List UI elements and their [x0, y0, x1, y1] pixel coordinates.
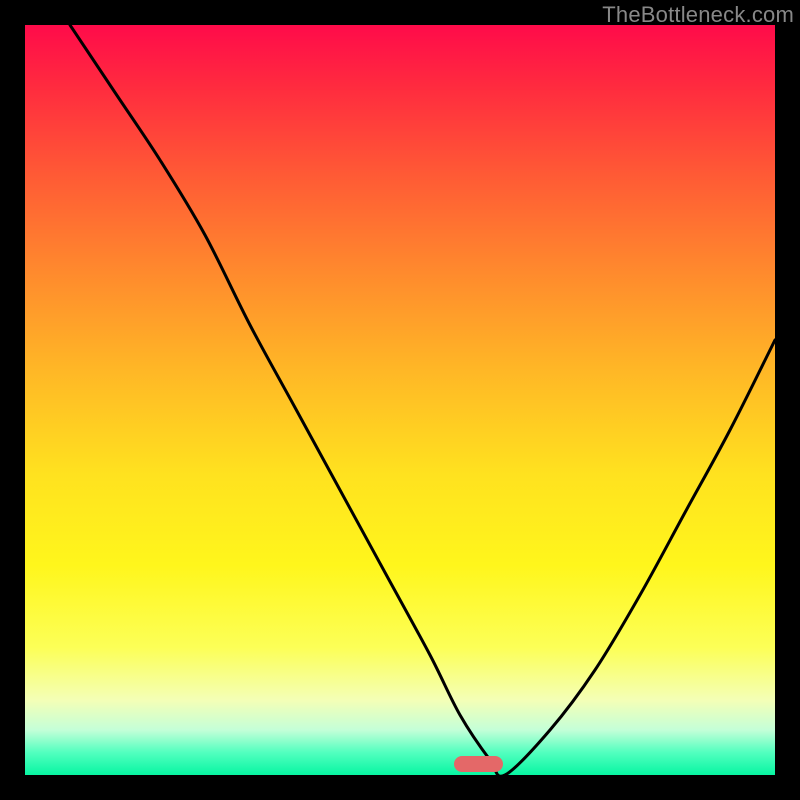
plot-area — [25, 25, 775, 775]
watermark-text: TheBottleneck.com — [602, 2, 794, 28]
optimal-marker — [454, 756, 503, 773]
chart-frame: TheBottleneck.com — [0, 0, 800, 800]
bottleneck-curve — [25, 25, 775, 775]
